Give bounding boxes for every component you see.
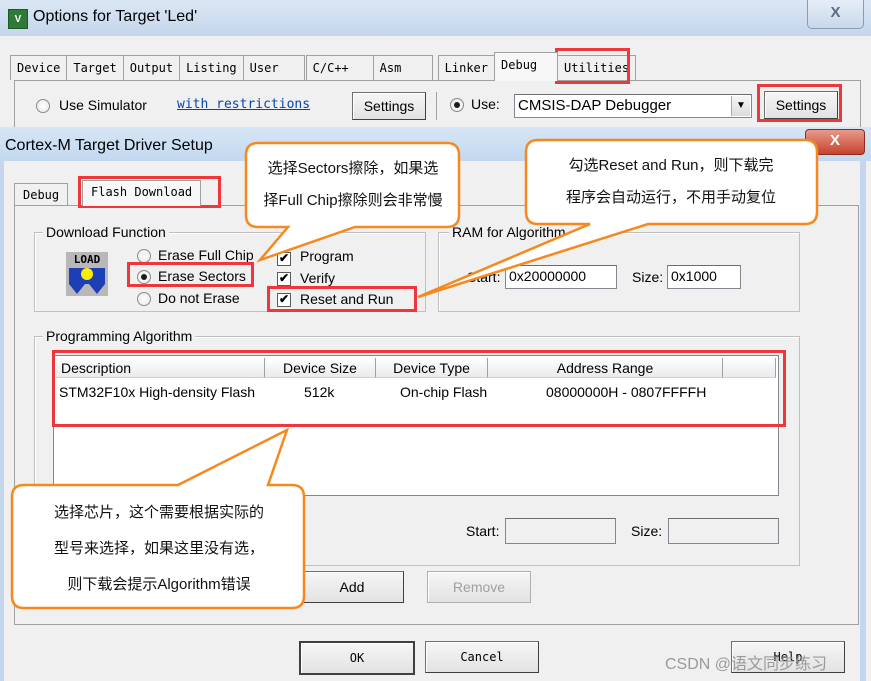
inner-tab-flash-download[interactable]: Flash Download [82, 180, 202, 206]
callout-reset-text: 勾选Reset and Run，则下载完 程序会自动运行，不用手动复位 [565, 157, 776, 206]
tab-debug[interactable]: Debug [494, 52, 559, 81]
csdn-watermark: CSDN @语文同步练习 [665, 656, 828, 673]
callout-algorithm-text: 选择芯片，这个需要根据实际的 型号来选择，如果这里没有选， 则下载会提示Algo… [53, 504, 264, 593]
callout-erase-text: 选择Sectors擦除，如果选 择Full Chip擦除则会非常慢 [263, 160, 443, 209]
